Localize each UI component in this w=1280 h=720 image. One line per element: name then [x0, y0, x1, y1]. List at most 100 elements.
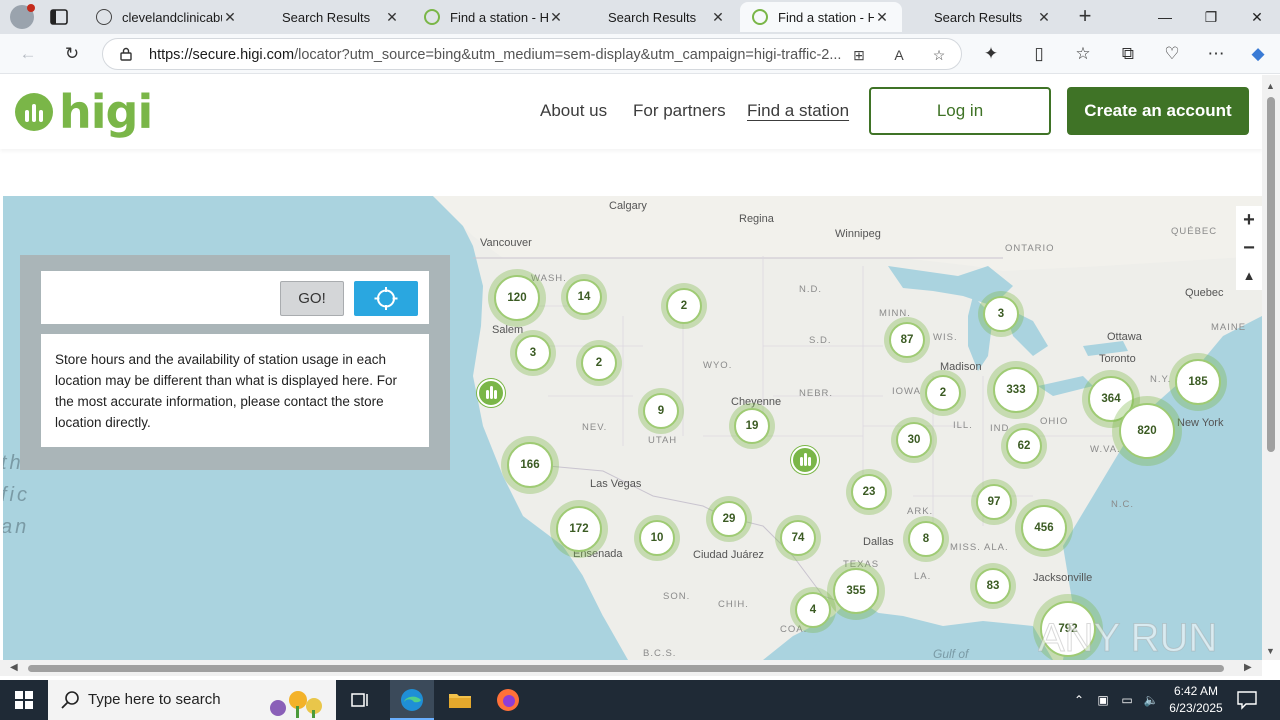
network-icon[interactable]: ▭	[1118, 680, 1136, 720]
zoom-out-button[interactable]: −	[1236, 234, 1262, 262]
performance-icon[interactable]: ♡	[1160, 42, 1184, 66]
tab-search-results-3[interactable]: Search Results ✕	[902, 2, 1064, 32]
device-icon[interactable]: ▣	[1094, 680, 1112, 720]
station-cluster[interactable]: 2	[576, 340, 622, 386]
scroll-up-icon[interactable]: ▲	[1266, 81, 1275, 91]
minimize-button[interactable]: —	[1142, 0, 1188, 34]
volume-icon[interactable]: 🔈	[1142, 680, 1160, 720]
close-tab-icon[interactable]: ✕	[1036, 9, 1052, 25]
url-path: /locator?utm_source=bing&utm_medium=sem-…	[294, 47, 842, 63]
station-cluster[interactable]: 14	[561, 274, 607, 320]
station-cluster[interactable]: 333	[987, 361, 1045, 419]
lock-icon[interactable]	[119, 47, 133, 61]
taskbar-search-box[interactable]: Type here to search	[48, 680, 336, 720]
tab-search-results-2[interactable]: Search Results ✕	[576, 2, 738, 32]
show-hidden-icons-icon[interactable]: ⌃	[1070, 680, 1088, 720]
favorite-star-icon[interactable]: ☆	[929, 45, 949, 65]
station-cluster[interactable]: 820	[1112, 396, 1182, 466]
split-screen-icon[interactable]: ▯	[1027, 42, 1051, 66]
cluster-count: 8	[908, 521, 944, 557]
station-cluster[interactable]: 120	[488, 269, 546, 327]
location-search-input[interactable]	[51, 283, 271, 311]
scroll-right-icon[interactable]: ▶	[1244, 662, 1252, 673]
new-tab-button[interactable]: +	[1074, 5, 1096, 28]
station-cluster[interactable]: 97	[971, 479, 1017, 525]
station-cluster[interactable]: 2	[661, 283, 707, 329]
back-button[interactable]: ←	[16, 42, 40, 66]
copilot-icon[interactable]: ◆	[1246, 42, 1270, 66]
extensions-icon[interactable]: ✦	[979, 42, 1003, 66]
tab-find-station-1[interactable]: Find a station - Hig ✕	[412, 2, 576, 32]
windows-start-icon[interactable]	[0, 680, 48, 720]
station-cluster[interactable]: 19	[729, 403, 775, 449]
task-view-icon[interactable]	[346, 686, 374, 714]
tab-find-station-active[interactable]: Find a station - Hig ✕	[740, 2, 902, 32]
go-button[interactable]: GO!	[280, 281, 344, 316]
scroll-down-icon[interactable]: ▼	[1266, 646, 1275, 656]
station-cluster[interactable]: 23	[846, 469, 892, 515]
higi-logo[interactable]: higi	[15, 85, 153, 139]
reset-north-button[interactable]: ▲	[1236, 262, 1262, 290]
taskbar-clock[interactable]: 6:42 AM 6/23/2025	[1160, 683, 1232, 717]
station-cluster[interactable]: 9	[638, 388, 684, 434]
station-cluster[interactable]: 30	[891, 417, 937, 463]
tab-clevelandclinic[interactable]: clevelandclinicabuc ✕	[84, 2, 250, 32]
station-pin-icon[interactable]	[791, 446, 819, 474]
favorites-icon[interactable]: ☆	[1071, 42, 1095, 66]
station-cluster[interactable]: 3	[978, 291, 1024, 337]
notifications-icon[interactable]	[1236, 690, 1258, 710]
station-cluster[interactable]: 10	[634, 515, 680, 561]
station-cluster[interactable]: 166	[501, 436, 559, 494]
map-label: Quebec	[1185, 287, 1224, 299]
station-cluster[interactable]: 83	[970, 563, 1016, 609]
scroll-thumb[interactable]	[1267, 97, 1275, 452]
more-menu-icon[interactable]: ⋯	[1204, 42, 1228, 66]
close-window-button[interactable]: ✕	[1234, 0, 1280, 34]
close-tab-icon[interactable]: ✕	[384, 9, 400, 25]
restore-button[interactable]: ❐	[1188, 0, 1234, 34]
nav-find-a-station[interactable]: Find a station	[747, 101, 849, 121]
station-cluster[interactable]: 456	[1015, 499, 1073, 557]
web-page: higi About us For partners Find a statio…	[0, 75, 1262, 660]
station-pin-icon[interactable]	[477, 379, 505, 407]
firefox-icon[interactable]	[494, 686, 522, 714]
station-cluster[interactable]: 74	[775, 515, 821, 561]
cluster-count: 172	[556, 506, 602, 552]
station-cluster[interactable]: 8	[903, 516, 949, 562]
tab-search-results-1[interactable]: Search Results ✕	[250, 2, 412, 32]
tab-actions-icon[interactable]	[48, 7, 70, 27]
scroll-thumb[interactable]	[28, 665, 1224, 672]
refresh-button[interactable]: ↻	[60, 42, 84, 66]
station-cluster[interactable]: 3	[510, 330, 556, 376]
zoom-in-button[interactable]: +	[1236, 206, 1262, 234]
station-cluster[interactable]: 2	[920, 370, 966, 416]
station-cluster[interactable]: 29	[706, 496, 752, 542]
login-button[interactable]: Log in	[869, 87, 1051, 135]
station-cluster[interactable]: 62	[1001, 423, 1047, 469]
scroll-left-icon[interactable]: ◀	[10, 662, 18, 673]
app-available-icon[interactable]: ⊞	[849, 45, 869, 65]
nav-about-us[interactable]: About us	[540, 101, 607, 121]
close-tab-icon[interactable]: ✕	[222, 9, 238, 25]
station-cluster[interactable]: 87	[884, 317, 930, 363]
read-aloud-icon[interactable]: A	[889, 45, 909, 65]
file-explorer-icon[interactable]	[446, 686, 474, 714]
cluster-count: 456	[1021, 505, 1067, 551]
close-tab-icon[interactable]: ✕	[548, 9, 564, 25]
station-cluster[interactable]: 172	[550, 500, 608, 558]
edge-taskbar-item[interactable]	[390, 680, 434, 720]
close-tab-icon[interactable]: ✕	[710, 9, 726, 25]
horizontal-scrollbar[interactable]: ◀ ▶	[0, 660, 1262, 676]
map-label: ILL.	[953, 420, 973, 431]
nav-for-partners[interactable]: For partners	[633, 101, 726, 121]
address-bar[interactable]: https://secure.higi.com/locator?utm_sour…	[102, 38, 962, 70]
collections-icon[interactable]: ⧉	[1116, 42, 1140, 66]
locate-me-button[interactable]	[354, 281, 418, 316]
station-cluster[interactable]: 4	[790, 587, 836, 633]
station-cluster[interactable]: 185	[1169, 353, 1227, 411]
create-account-button[interactable]: Create an account	[1067, 87, 1249, 135]
station-map[interactable]: Calgary Regina Winnipeg ONTARIO QUÉBEC V…	[3, 196, 1262, 660]
close-tab-icon[interactable]: ✕	[874, 9, 890, 25]
vertical-scrollbar[interactable]: ▲ ▼	[1262, 75, 1280, 660]
profile-avatar-icon[interactable]	[10, 4, 35, 29]
